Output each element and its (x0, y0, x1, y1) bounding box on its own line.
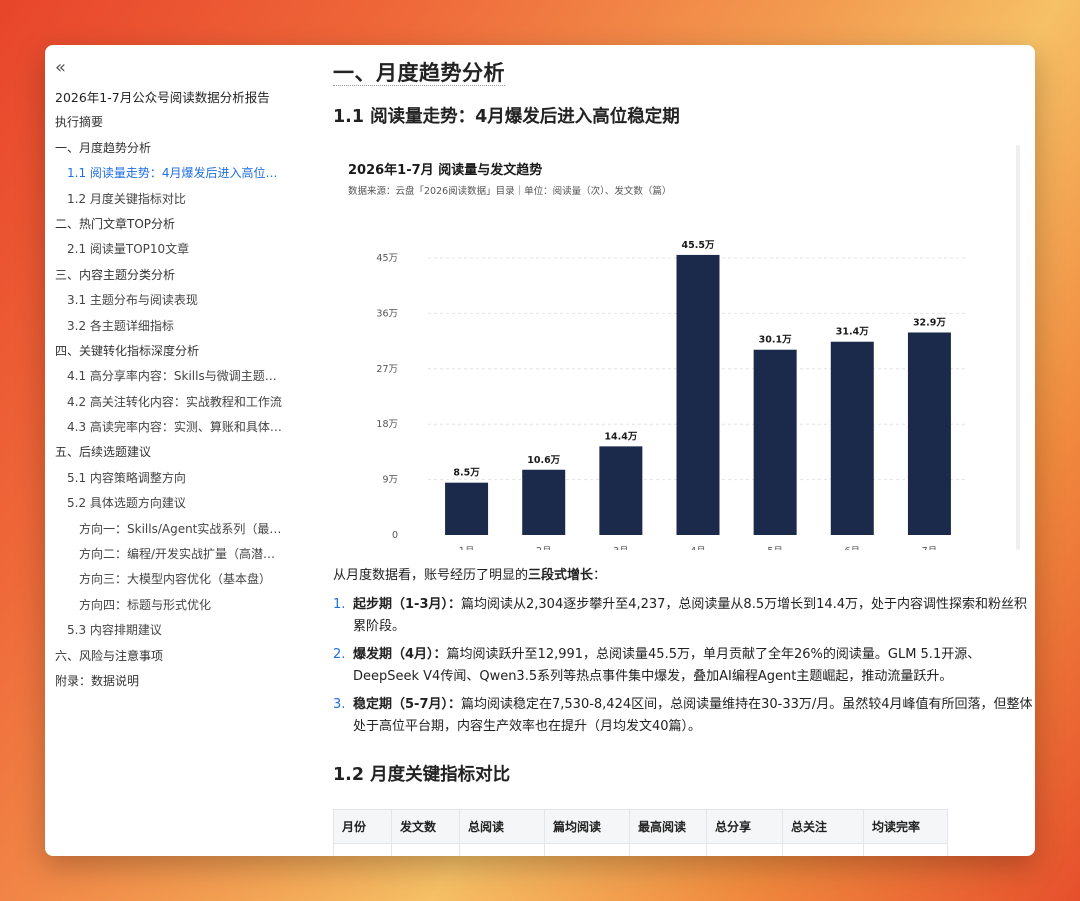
toc-item[interactable]: 五、后续选题建议 (55, 440, 287, 465)
table-cell (863, 843, 948, 856)
toc-item[interactable]: 1.1 阅读量走势：4月爆发后进入高位稳定期 (55, 161, 287, 186)
bar (753, 349, 797, 535)
x-tick-label: 7月 (922, 546, 938, 550)
bar (907, 332, 951, 535)
toc-item[interactable]: 2.1 阅读量TOP10文章 (55, 237, 287, 262)
list-text: 稳定期（5-7月）：篇均阅读稳定在7,530-8,424区间，总阅读量维持在30… (353, 697, 1033, 734)
toc-item[interactable]: 一、月度趋势分析 (55, 136, 287, 161)
table-cell (391, 843, 460, 856)
toc-item[interactable]: 3.2 各主题详细指标 (55, 314, 287, 339)
chart-scrollbar[interactable] (1016, 145, 1020, 550)
x-tick-label: 6月 (845, 546, 861, 550)
table-header-cell: 月份 (333, 809, 392, 844)
data-label: 14.4万 (604, 431, 637, 442)
list-item: 1. 起步期（1-3月）：篇均阅读从2,304逐步攀升至4,237，总阅读量从8.… (333, 594, 1033, 638)
table-cell (629, 843, 707, 856)
y-tick-label: 36万 (376, 308, 398, 319)
table-header-cell: 总关注 (782, 809, 864, 844)
x-tick-label: 3月 (613, 546, 629, 550)
list-item: 2. 爆发期（4月）：篇均阅读跃升至12,991，总阅读量45.5万，单月贡献了全… (333, 644, 1033, 688)
toc-item[interactable]: 4.3 高读完率内容：实测、算账和具体案例 (55, 415, 287, 440)
x-tick-label: 5月 (767, 546, 783, 550)
bar (599, 446, 643, 535)
toc-item[interactable]: 5.1 内容策略调整方向 (55, 466, 287, 491)
toc-item[interactable]: 3.1 主题分布与阅读表现 (55, 288, 287, 313)
collapse-sidebar-icon[interactable]: « (55, 59, 295, 81)
intro-paragraph: 从月度数据看，账号经历了明显的三段式增长： (333, 568, 607, 583)
y-tick-label: 0 (392, 530, 398, 541)
data-label: 8.5万 (453, 468, 480, 479)
bar (830, 341, 874, 535)
toc-sidebar: « 2026年1-7月公众号阅读数据分析报告 执行摘要 一、月度趋势分析 1.1 阅… (45, 45, 295, 856)
toc-list: 执行摘要 一、月度趋势分析 1.1 阅读量走势：4月爆发后进入高位稳定期 1.2 月度… (55, 110, 295, 694)
toc-item[interactable]: 附录：数据说明 (55, 669, 287, 694)
y-tick-label: 27万 (376, 364, 398, 375)
list-text: 爆发期（4月）：篇均阅读跃升至12,991，总阅读量45.5万，单月贡献了全年2… (353, 647, 981, 684)
table-header-cell: 均读完率 (863, 809, 948, 844)
bar (676, 254, 720, 535)
table-header-cell: 发文数 (391, 809, 460, 844)
bar (522, 469, 566, 535)
table-cell (782, 843, 864, 856)
list-text: 起步期（1-3月）：篇均阅读从2,304逐步攀升至4,237，总阅读量从8.5万… (353, 597, 1028, 634)
y-tick-label: 45万 (376, 253, 398, 264)
table-row (333, 843, 948, 856)
toc-item[interactable]: 4.1 高分享率内容：Skills与微调主题引发传播 (55, 364, 287, 389)
toc-item[interactable]: 方向四：标题与形式优化 (55, 593, 287, 618)
table-cell (544, 843, 630, 856)
y-tick-label: 18万 (376, 419, 398, 430)
list-item: 3. 稳定期（5-7月）：篇均阅读稳定在7,530-8,424区间，总阅读量维持在… (333, 694, 1033, 738)
document-window: « 2026年1-7月公众号阅读数据分析报告 执行摘要 一、月度趋势分析 1.1 阅… (45, 45, 1035, 856)
toc-doc-title[interactable]: 2026年1-7月公众号阅读数据分析报告 (55, 85, 287, 110)
table-header-row: 月份 发文数 总阅读 篇均阅读 最高阅读 总分享 总关注 均读完率 (333, 809, 948, 844)
toc-item[interactable]: 1.2 月度关键指标对比 (55, 187, 287, 212)
data-label: 31.4万 (836, 327, 869, 338)
monthly-metrics-table: 月份 发文数 总阅读 篇均阅读 最高阅读 总分享 总关注 均读完率 (333, 809, 948, 856)
data-label: 10.6万 (527, 455, 560, 466)
data-label: 32.9万 (913, 317, 946, 328)
table-header-cell: 篇均阅读 (544, 809, 630, 844)
toc-item[interactable]: 5.2 具体选题方向建议 (55, 491, 287, 516)
document-content: 一、月度趋势分析 1.1 阅读量走势：4月爆发后进入高位稳定期 2026年1-7… (333, 45, 1033, 856)
table-cell (706, 843, 783, 856)
x-tick-label: 1月 (459, 546, 475, 550)
toc-item[interactable]: 四、关键转化指标深度分析 (55, 339, 287, 364)
table-header-cell: 总分享 (706, 809, 783, 844)
list-number: 1. (333, 597, 346, 612)
toc-item[interactable]: 5.3 内容排期建议 (55, 618, 287, 643)
table-cell (333, 843, 392, 856)
table-cell (459, 843, 545, 856)
x-tick-label: 4月 (690, 546, 706, 550)
table-header-cell: 总阅读 (459, 809, 545, 844)
toc-item[interactable]: 4.2 高关注转化内容：实战教程和工作流 (55, 390, 287, 415)
subsection-heading-1-1: 1.1 阅读量走势：4月爆发后进入高位稳定期 (333, 107, 680, 127)
phase-list: 1. 起步期（1-3月）：篇均阅读从2,304逐步攀升至4,237，总阅读量从8.… (333, 594, 1033, 744)
toc-item[interactable]: 方向二：编程/开发实战扩量（高潜力） (55, 542, 287, 567)
toc-item[interactable]: 执行摘要 (55, 110, 287, 135)
toc-item[interactable]: 方向三：大模型内容优化（基本盘） (55, 567, 287, 592)
toc-item[interactable]: 二、热门文章TOP分析 (55, 212, 287, 237)
bar (445, 482, 489, 535)
bar-chart-svg: 0 9万 18万 27万 36万 45万 8.5万 1月 10.6万 2月 14.4万 3月 45.5万… (376, 240, 968, 550)
subsection-heading-1-2: 1.2 月度关键指标对比 (333, 765, 511, 785)
x-tick-label: 2月 (536, 546, 552, 550)
data-label: 30.1万 (759, 335, 792, 346)
section-heading: 一、月度趋势分析 (333, 61, 505, 86)
toc-item[interactable]: 三、内容主题分类分析 (55, 263, 287, 288)
data-label: 45.5万 (682, 240, 715, 251)
table-header-cell: 最高阅读 (629, 809, 707, 844)
toc-item[interactable]: 六、风险与注意事项 (55, 644, 287, 669)
toc-item[interactable]: 方向一：Skills/Agent实战系列（最高优先级） (55, 517, 287, 542)
list-number: 3. (333, 697, 346, 712)
reading-trend-chart: 2026年1-7月 阅读量与发文趋势 数据来源：云盘「2026阅读数据」目录｜单… (333, 145, 1028, 550)
list-number: 2. (333, 647, 346, 662)
y-tick-label: 9万 (382, 475, 398, 486)
